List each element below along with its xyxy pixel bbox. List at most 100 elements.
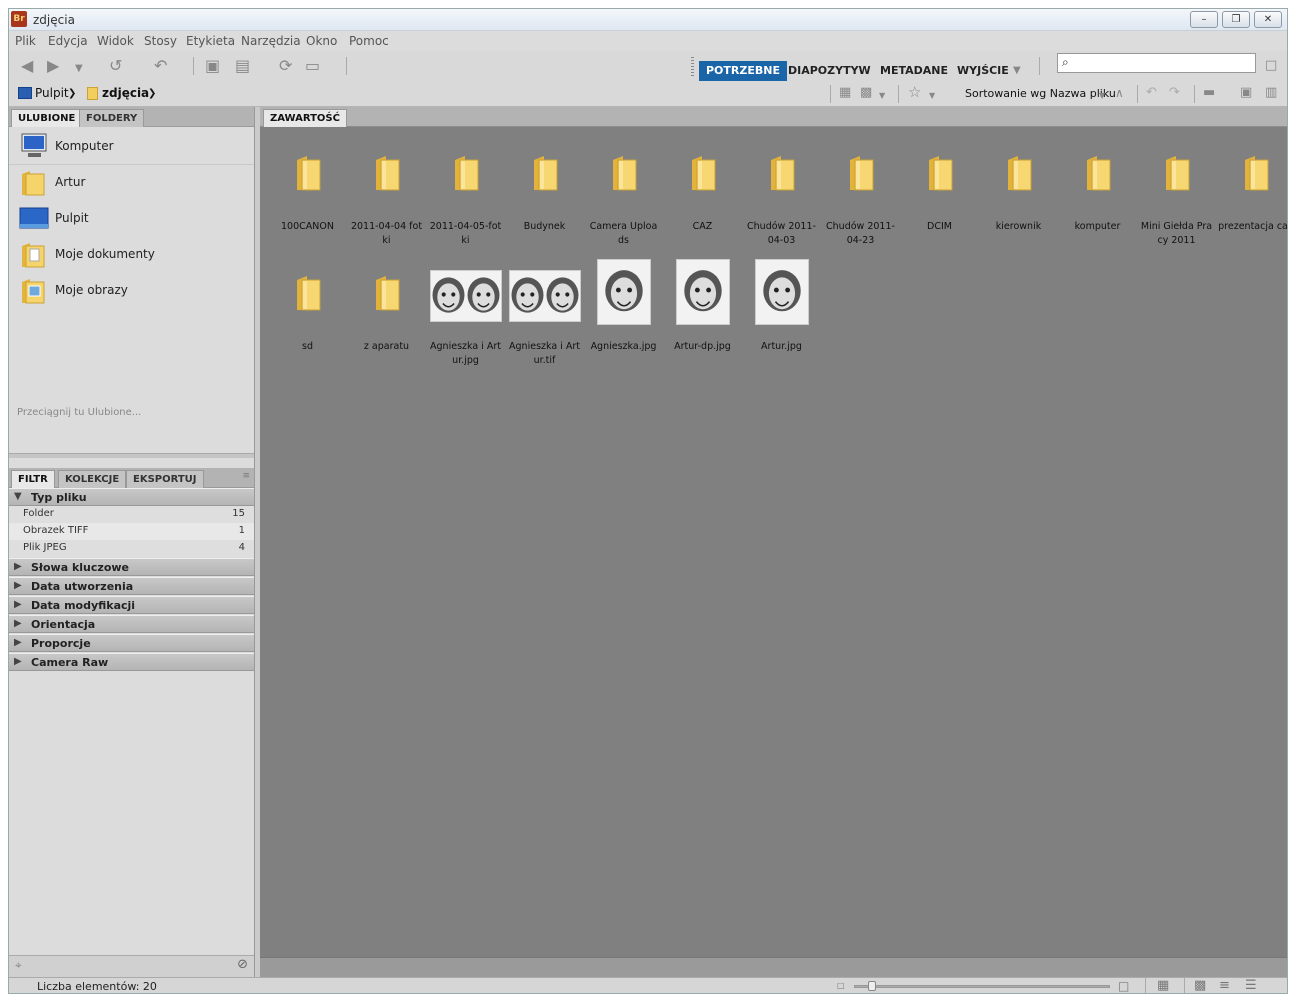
filter-section-data-modyfikacji[interactable]: ▶ Data modyfikacji [9, 596, 254, 614]
favorites-drop-hint: Przeciągnij tu Ulubione... [17, 407, 142, 418]
tab-filtr[interactable]: FILTR [11, 470, 55, 488]
camera-import-icon[interactable]: ▣ [205, 57, 220, 75]
favorite-item-moje-obrazy[interactable]: Moje obrazy [9, 273, 254, 309]
minimize-button[interactable]: – [1190, 11, 1218, 28]
tab-foldery[interactable]: FOLDERY [79, 109, 145, 127]
breadcrumb-pulpit[interactable]: Pulpit [35, 86, 69, 100]
folder-thumbnail[interactable]: sd [268, 252, 347, 370]
menu-widok[interactable]: Widok [97, 34, 134, 48]
workspace-menu-chevron-icon[interactable]: ▼ [1013, 62, 1021, 80]
tab-ulubione[interactable]: ULUBIONE [11, 109, 83, 127]
image-thumbnail[interactable]: Agnieszka i Art ur.jpg [426, 252, 505, 370]
favorite-item-komputer[interactable]: Komputer [9, 129, 254, 165]
folder-thumbnail[interactable]: Camera Uploa ds [584, 132, 663, 250]
pin-icon[interactable]: ⌖ [15, 958, 22, 973]
panel-splitter[interactable] [9, 453, 254, 458]
folder-thumbnail[interactable]: Mini Giełda Pra cy 2011 [1137, 132, 1216, 250]
workspace-grip[interactable] [691, 57, 694, 77]
clear-filter-icon[interactable]: ⊘ [237, 957, 248, 972]
filter-section-data-utworzenia[interactable]: ▶ Data utworzenia [9, 577, 254, 595]
lock-grid-icon[interactable]: ▦ [1157, 978, 1169, 993]
view-options-dropdown-icon[interactable]: ▼ [879, 87, 885, 105]
workspace-tab-diapozytyw[interactable]: DIAPOZYTYW [781, 61, 878, 81]
reveal-recent-icon[interactable]: ↺ [109, 57, 122, 75]
open-in-camera-raw-icon[interactable]: ⟳ [279, 57, 292, 75]
workspace-tab-potrzebne[interactable]: POTRZEBNE [699, 61, 787, 81]
thumbnail-view-icon[interactable]: ▩ [1194, 978, 1206, 993]
folder-thumbnail[interactable]: Budynek [505, 132, 584, 250]
open-recent-folder-icon[interactable]: ▬ [1203, 84, 1215, 102]
compact-mode-icon[interactable]: □ [1265, 57, 1277, 75]
menu-pomoc[interactable]: Pomoc [349, 34, 389, 48]
menu-stosy[interactable]: Stosy [144, 34, 177, 48]
favorite-item-artur[interactable]: Artur [9, 165, 254, 201]
thumbnail-label: Camera Uploa ds [589, 221, 658, 246]
tab-eksportuj[interactable]: EKSPORTUJ [126, 470, 204, 488]
folder-thumbnail[interactable]: 100CANON [268, 132, 347, 250]
rotate-right-icon[interactable]: ↷ [1169, 84, 1180, 102]
restore-button[interactable]: ❐ [1222, 11, 1250, 28]
favorite-item-pulpit[interactable]: Pulpit [9, 201, 254, 237]
history-dropdown-icon[interactable]: ▼ [75, 60, 83, 78]
details-view-icon[interactable]: ≡ [1219, 978, 1230, 993]
output-icon[interactable]: ▭ [305, 57, 320, 75]
menu-plik[interactable]: Plik [15, 34, 36, 48]
rotate-left-icon[interactable]: ↶ [1146, 84, 1157, 102]
menu-narzedzia[interactable]: Narzędzia [241, 34, 301, 48]
folder-thumbnail[interactable]: DCIM [900, 132, 979, 250]
sort-ascending-icon[interactable]: ∧ [1115, 84, 1124, 102]
close-button[interactable]: ✕ [1254, 11, 1282, 28]
menu-okno[interactable]: Okno [306, 34, 337, 48]
folder-thumbnail[interactable]: kierownik [979, 132, 1058, 250]
folder-thumbnail[interactable]: 2011-04-04 fot ki [347, 132, 426, 250]
menu-etykieta[interactable]: Etykieta [186, 34, 235, 48]
workspace-tab-wyjscie[interactable]: WYJŚCIE [950, 61, 1016, 81]
filter-section-slowa-kluczowe[interactable]: ▶ Słowa kluczowe [9, 558, 254, 576]
filter-section-proporcje[interactable]: ▶ Proporcje [9, 634, 254, 652]
list-view-icon[interactable]: ☰ [1245, 978, 1257, 993]
folder-thumbnail[interactable]: Chudów 2011- 04-03 [742, 132, 821, 250]
breadcrumb-zdjecia[interactable]: zdjęcia [102, 86, 149, 100]
forward-arrow-icon[interactable]: ▶ [47, 57, 59, 75]
image-thumbnail[interactable]: Agnieszka i Art ur.tif [505, 252, 584, 370]
tab-zawartosc[interactable]: ZAWARTOŚĆ [263, 109, 347, 127]
folder-thumbnail[interactable]: komputer [1058, 132, 1137, 250]
sort-menu[interactable]: Sortowanie wg Nazwa pliku [965, 87, 1116, 100]
menu-edycja[interactable]: Edycja [48, 34, 88, 48]
breadcrumb-chevron-icon[interactable]: ❯ [148, 88, 156, 99]
filter-section-orientacja[interactable]: ▶ Orientacja [9, 615, 254, 633]
view-options-icon[interactable]: ▩ [860, 84, 872, 102]
quality-icon[interactable]: ▦ [839, 84, 851, 102]
rating-dropdown-icon[interactable]: ▼ [929, 87, 935, 105]
search-input[interactable]: ⌕ [1057, 53, 1256, 73]
sort-dropdown-icon[interactable]: ▼ [1099, 87, 1105, 105]
breadcrumb-chevron-icon[interactable]: ❯ [68, 88, 76, 99]
image-thumbnail[interactable]: Agnieszka.jpg [584, 252, 663, 370]
new-folder-icon[interactable]: ▣ [1240, 84, 1252, 102]
folder-thumbnail[interactable]: Chudów 2011- 04-23 [821, 132, 900, 250]
photo-preview [426, 252, 505, 332]
folder-thumbnail[interactable]: z aparatu [347, 252, 426, 370]
filter-row-tiff[interactable]: Obrazek TIFF 1 [9, 523, 254, 540]
slider-thumb[interactable] [868, 981, 876, 991]
content-scrollbar[interactable] [260, 957, 1287, 977]
thumbnail-size-slider[interactable] [854, 985, 1110, 988]
folder-thumbnail[interactable]: CAZ [663, 132, 742, 250]
trash-icon[interactable]: ▥ [1265, 84, 1277, 102]
panel-menu-icon[interactable]: ≡ [242, 471, 250, 481]
return-icon[interactable]: ↶ [154, 57, 167, 75]
folder-thumbnail[interactable]: prezentacja caz [1216, 132, 1287, 250]
filter-row-jpeg[interactable]: Plik JPEG 4 [9, 540, 254, 557]
image-thumbnail[interactable]: Artur.jpg [742, 252, 821, 370]
filter-section-typ-pliku[interactable]: ▼ Typ pliku [9, 488, 254, 506]
filter-row-folder[interactable]: Folder 15 [9, 506, 254, 523]
workspace-tab-metadane[interactable]: METADANE [873, 61, 955, 81]
filter-section-camera-raw[interactable]: ▶ Camera Raw [9, 653, 254, 671]
image-thumbnail[interactable]: Artur-dp.jpg [663, 252, 742, 370]
folder-thumbnail[interactable]: 2011-04-05-fot ki [426, 132, 505, 250]
favorite-item-moje-dokumenty[interactable]: Moje dokumenty [9, 237, 254, 273]
back-arrow-icon[interactable]: ◀ [21, 57, 33, 75]
refine-icon[interactable]: ▤ [235, 57, 250, 75]
tab-kolekcje[interactable]: KOLEKCJE [58, 470, 127, 488]
star-rating-icon[interactable]: ☆ [908, 83, 921, 101]
